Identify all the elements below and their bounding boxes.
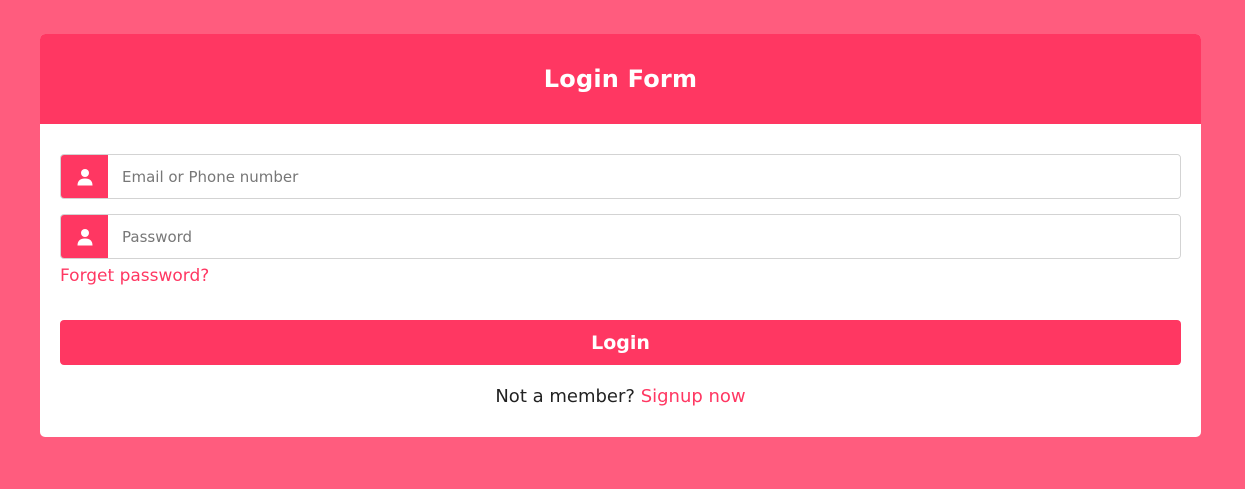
login-button[interactable]: Login xyxy=(60,320,1181,365)
email-input[interactable] xyxy=(108,155,1180,198)
signup-link[interactable]: Signup now xyxy=(641,386,746,407)
password-field xyxy=(60,214,1181,259)
login-header: Login Form xyxy=(40,34,1201,124)
login-card: Login Form Forget password? Login xyxy=(40,34,1201,437)
user-icon xyxy=(61,155,108,198)
signup-row: Not a member? Signup now xyxy=(40,386,1201,407)
form-title: Login Form xyxy=(543,65,698,93)
user-icon xyxy=(61,215,108,258)
signup-prompt: Not a member? xyxy=(495,386,635,407)
password-input[interactable] xyxy=(108,215,1180,258)
login-form: Forget password? Login Not a member? Sig… xyxy=(40,124,1201,437)
email-field xyxy=(60,154,1181,199)
forgot-password-link[interactable]: Forget password? xyxy=(60,266,209,286)
